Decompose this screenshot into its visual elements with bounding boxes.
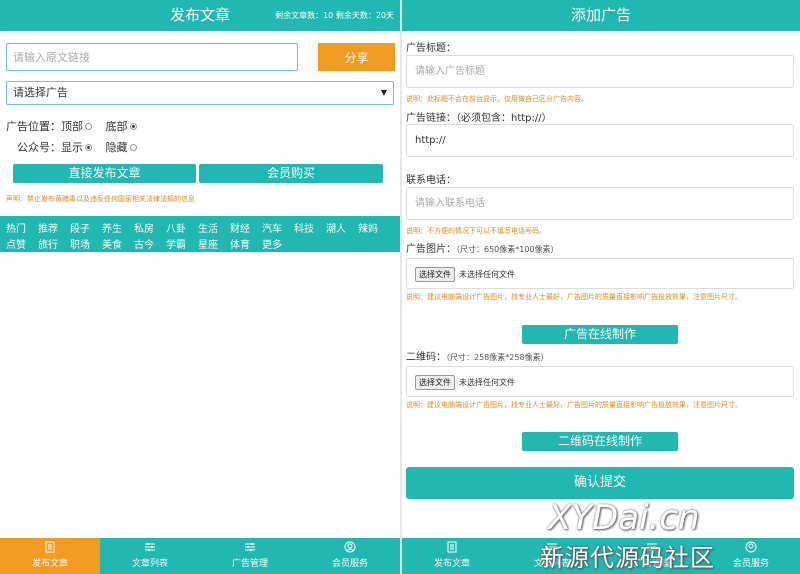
category-link[interactable]: 私房 [134,220,154,235]
ad-select-value: 请选择广告 [13,86,68,99]
ad-image-size-hint: （尺寸：650像素*100像素） [456,245,559,254]
nav-label: 发布文章 [31,559,68,569]
ad-image-label-row: 广告图片：（尺寸：650像素*100像素） [406,240,559,255]
category-link[interactable]: 职场 [70,236,90,251]
submit-button[interactable]: 确认提交 [406,467,794,499]
account-hide-label: 隐藏 [105,141,128,154]
radio-show[interactable] [85,144,92,151]
ad-image-choose-button[interactable]: 选择文件 [415,267,455,282]
category-link[interactable]: 科技 [294,220,314,235]
ad-title-note: 说明：此标题不会在前台显示，仅用做自己区分广告内容。 [406,95,588,103]
ad-title-input[interactable] [406,55,794,88]
nav-label: 会员服务 [331,559,368,569]
radio-bottom[interactable] [129,123,137,130]
ad-position-label: 广告位置： [6,120,61,133]
remaining-stats: 剩余文章数：10 剩余天数：20天 [275,11,394,20]
ad-image-label: 广告图片： [406,244,456,255]
add-ad-screen: 添加广告 广告标题： 说明：此标题不会在前台显示，仅用做自己区分广告内容。 广告… [402,0,800,574]
nav-label: 广告管理 [633,559,670,569]
category-link[interactable]: 八卦 [166,220,186,235]
user-icon [344,541,356,553]
ad-image-file-status: 未选择任何文件 [459,270,515,279]
ad-title-label: 广告标题： [406,43,456,54]
nav-publish-article[interactable]: 发布文章 [0,538,100,574]
category-link[interactable]: 辣妈 [358,220,378,235]
category-link[interactable]: 热门 [6,220,26,235]
sliders-icon [245,543,255,551]
ad-position-bottom-label: 底部 [105,120,128,133]
account-label: 公众号： [17,141,61,154]
qrcode-choose-button[interactable]: 选择文件 [415,375,455,390]
header-bar: 发布文章 剩余文章数：10 剩余天数：20天 [0,0,400,31]
category-link[interactable]: 段子 [70,220,90,235]
qrcode-online-maker-button[interactable]: 二维码在线制作 [522,432,678,451]
chevron-down-icon: ▼ [380,88,387,97]
header-bar: 添加广告 [402,0,800,31]
member-purchase-button[interactable]: 会员购买 [199,164,383,183]
ad-image-file-field: 选择文件 未选择任何文件 [406,258,794,289]
radio-top[interactable] [85,123,92,130]
nav-label: 文章列表 [131,559,168,569]
nav-article-list[interactable]: 文章列表 [100,538,200,574]
ad-link-label: 广告链接：（必须包含：http://） [406,113,552,124]
category-link[interactable]: 推荐 [38,220,58,235]
nav-label: 文章列表 [533,559,570,569]
category-link[interactable]: 美食 [102,236,122,251]
list-icon [145,543,155,551]
category-link[interactable]: 养生 [102,220,122,235]
user-icon [745,541,757,553]
ad-position-row: 广告位置：顶部 底部 [6,118,141,134]
ad-link-input[interactable] [406,124,794,157]
ad-position-top-label: 顶部 [61,120,83,133]
sliders-icon [647,543,657,551]
phone-note: 说明：不方便的情况下可以不填写电话号码。 [406,227,546,235]
ad-image-note: 说明：建议电脑端设计广告图片，找专业人士最好，广告图片的质量直接影响广告投放效果… [406,293,742,301]
page-title: 添加广告 [570,6,631,24]
nav-ad-management[interactable]: 广告管理 [200,538,300,574]
nav-ad-management[interactable]: 广告管理 [602,538,702,574]
document-icon [45,541,55,553]
account-show-label: 显示 [61,141,83,154]
nav-member-service[interactable]: 会员服务 [702,538,800,574]
qrcode-label: 二维码： [406,352,446,363]
list-icon [547,543,557,551]
qrcode-file-status: 未选择任何文件 [459,378,515,387]
category-link[interactable]: 点赞 [6,236,26,251]
publish-button[interactable]: 直接发布文章 [13,164,196,183]
category-link[interactable]: 旅行 [38,236,58,251]
publish-article-screen: 发布文章 剩余文章数：10 剩余天数：20天 分享 请选择广告 ▼ 广告位置：顶… [0,0,400,574]
document-icon [447,541,457,553]
share-button[interactable]: 分享 [318,43,395,71]
disclaimer-text: 声明：禁止发布黄赌毒以及违反任何国家相关法律法规的信息 [6,195,195,203]
bottom-nav: 发布文章 文章列表 广告管理 会员服务 [0,538,400,574]
phone-input[interactable] [406,187,794,220]
nav-label: 发布文章 [433,559,470,569]
phone-label: 联系电话： [406,175,456,186]
category-link[interactable]: 星座 [198,236,218,251]
nav-label: 广告管理 [231,559,268,569]
nav-article-list[interactable]: 文章列表 [502,538,602,574]
ad-select[interactable]: 请选择广告 ▼ [6,81,394,105]
qrcode-note: 说明：建议电脑端设计广告图片，找专业人士最好，广告图片的质量直接影响广告投放效果… [406,401,742,409]
category-link[interactable]: 财经 [230,220,250,235]
nav-publish-article[interactable]: 发布文章 [402,538,502,574]
qrcode-file-field: 选择文件 未选择任何文件 [406,366,794,397]
qrcode-label-row: 二维码：（尺寸：258像素*258像素） [406,348,549,363]
nav-label: 会员服务 [732,559,769,569]
category-link[interactable]: 汽车 [262,220,282,235]
bottom-nav: 发布文章 文章列表 广告管理 会员服务 [402,538,800,574]
category-link[interactable]: 潮人 [326,220,346,235]
category-link[interactable]: 古今 [134,236,154,251]
category-link[interactable]: 更多 [262,236,282,251]
qrcode-size-hint: （尺寸：258像素*258像素） [446,353,549,362]
ad-online-maker-button[interactable]: 广告在线制作 [522,325,678,344]
category-link[interactable]: 体育 [230,236,250,251]
category-link[interactable]: 生活 [198,220,218,235]
category-link[interactable]: 学霸 [166,236,186,251]
radio-hide[interactable] [129,144,137,151]
account-display-row: 公众号：显示 隐藏 [17,139,141,155]
nav-member-service[interactable]: 会员服务 [300,538,400,574]
article-url-input[interactable] [6,43,298,71]
